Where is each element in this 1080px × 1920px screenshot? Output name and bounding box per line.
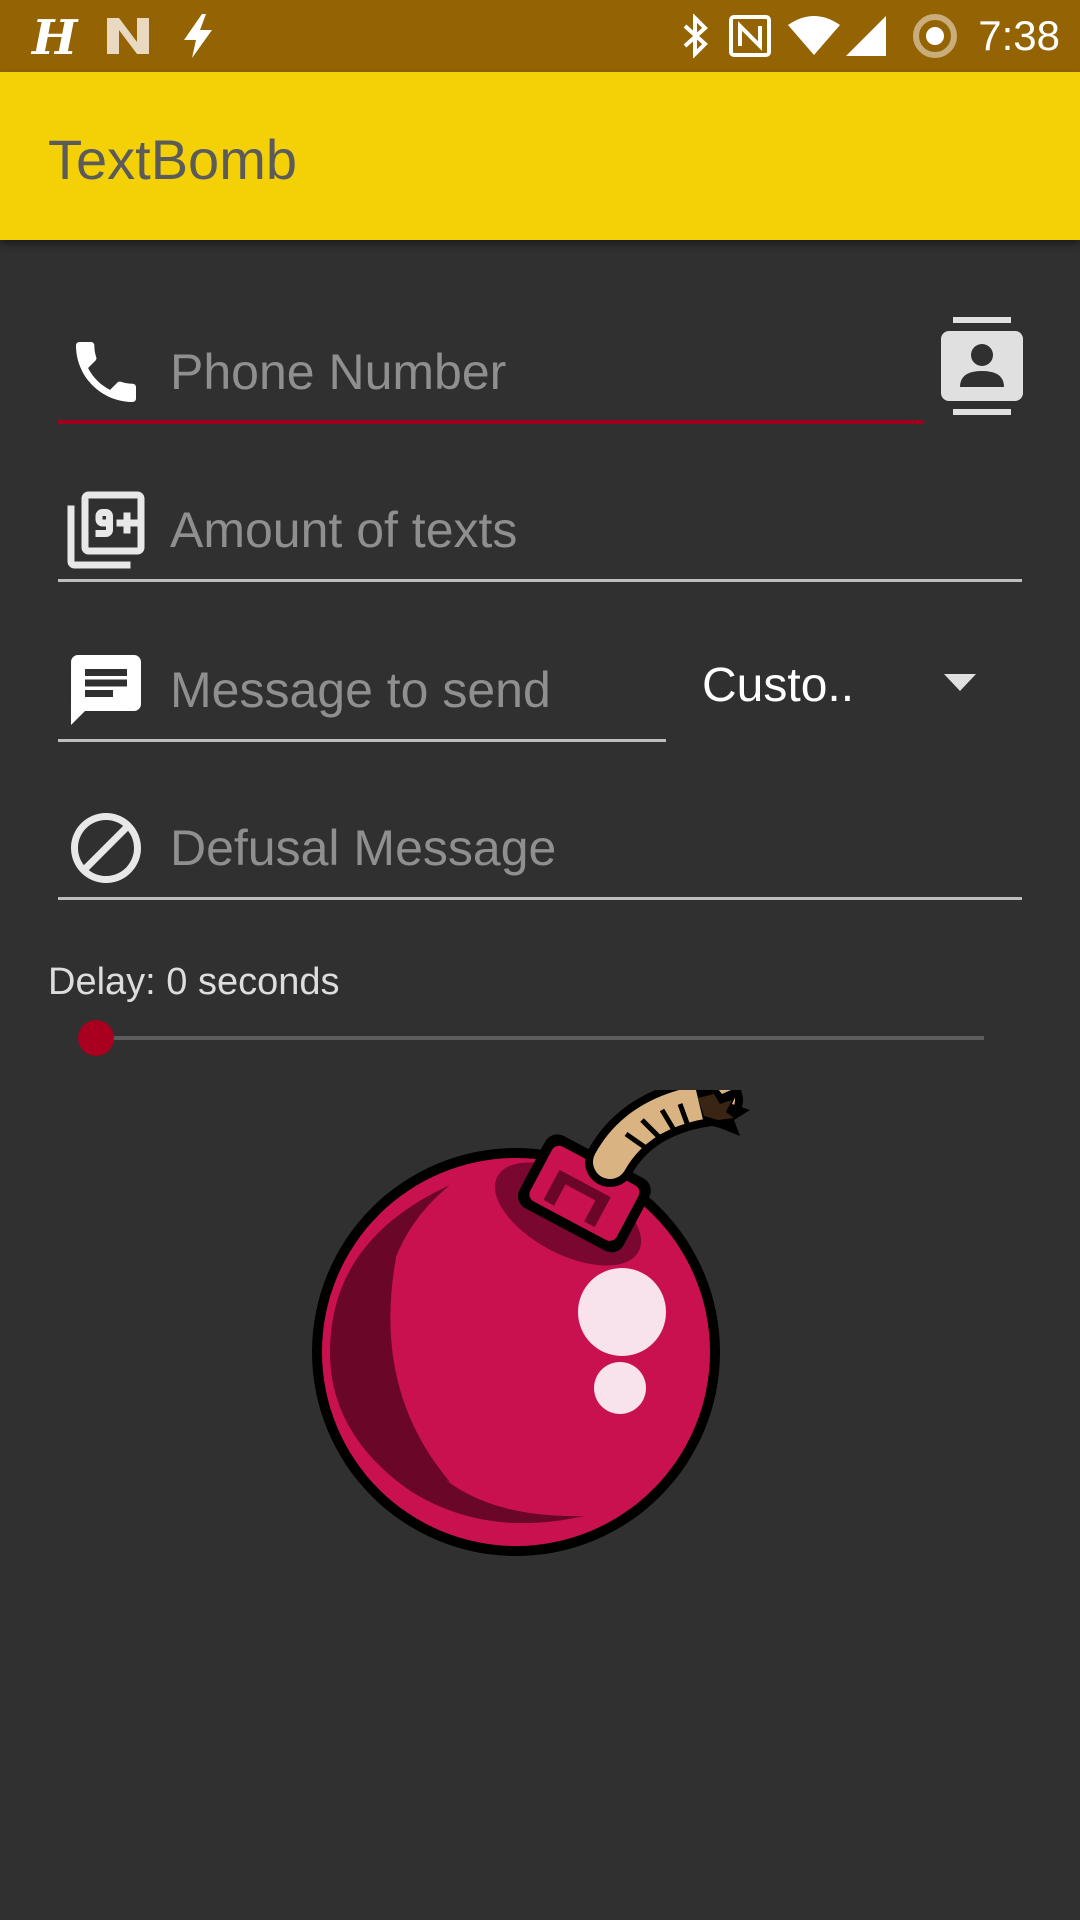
message-to-send-field[interactable]: Message to send	[58, 632, 666, 742]
delay-label: Delay: 0 seconds	[48, 961, 340, 1003]
block-icon	[64, 806, 148, 890]
defusal-message-underline	[58, 897, 1022, 900]
signal-icon	[842, 10, 890, 62]
contact-book-icon	[941, 316, 1023, 420]
message-to-send-placeholder: Message to send	[170, 662, 551, 718]
amount-of-texts-field[interactable]: Amount of texts	[58, 472, 1022, 582]
delay-slider[interactable]	[78, 1016, 984, 1060]
amount-of-texts-placeholder: Amount of texts	[170, 502, 518, 558]
flash-icon	[176, 10, 220, 62]
message-icon	[64, 648, 148, 732]
filter-9-plus-icon	[64, 488, 148, 572]
message-type-dropdown[interactable]: Custo..	[700, 650, 1026, 722]
message-to-send-underline	[58, 739, 666, 742]
nfc-icon	[726, 10, 774, 62]
app-title: TextBomb	[48, 128, 297, 191]
nfc-app-icon	[102, 10, 154, 62]
defusal-message-placeholder: Defusal Message	[170, 820, 557, 876]
hangouts-icon: H	[24, 10, 84, 62]
send-bomb-button[interactable]	[300, 1075, 780, 1570]
message-type-value: Custo..	[702, 659, 855, 712]
phone-number-field[interactable]: Phone Number	[58, 314, 924, 424]
delay-slider-thumb[interactable]	[78, 1020, 114, 1056]
app-bar: TextBomb	[0, 72, 1080, 240]
status-bar: H 7:38	[0, 0, 1080, 72]
bomb-icon	[300, 1075, 780, 1574]
phone-icon	[64, 330, 148, 414]
contacts-button[interactable]	[938, 316, 1026, 420]
sync-icon	[910, 10, 960, 62]
wifi-icon	[786, 10, 842, 62]
phone-number-underline	[58, 420, 924, 424]
delay-slider-track	[96, 1036, 984, 1040]
status-time: 7:38	[978, 12, 1060, 59]
defusal-message-field[interactable]: Defusal Message	[58, 790, 1022, 900]
phone-number-placeholder: Phone Number	[170, 344, 507, 400]
amount-of-texts-underline	[58, 579, 1022, 582]
dropdown-arrow-icon	[944, 674, 976, 697]
bluetooth-icon	[676, 10, 716, 62]
svg-text:H: H	[30, 10, 79, 62]
